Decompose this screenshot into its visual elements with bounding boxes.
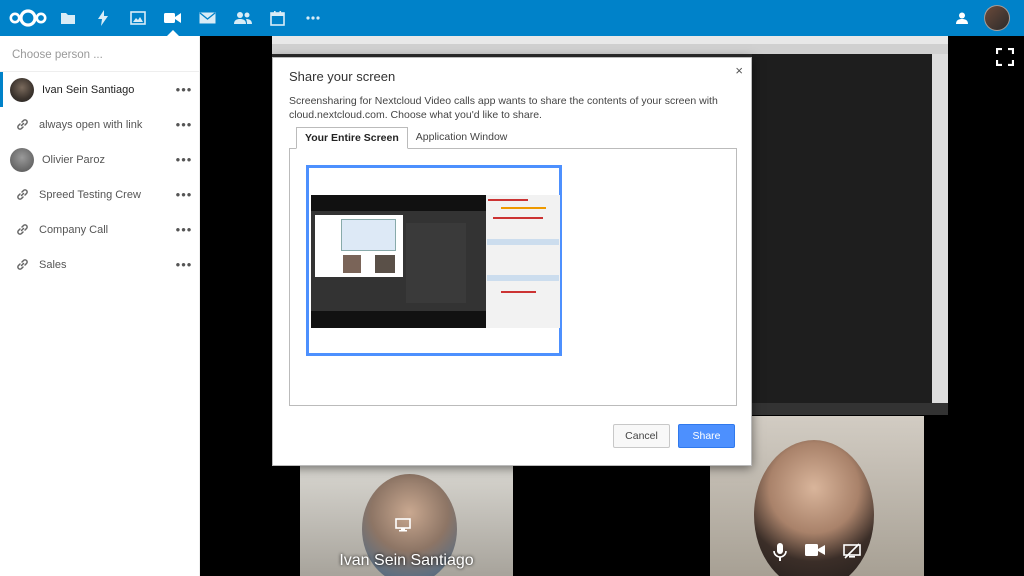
more-icon[interactable]: ••• (169, 257, 199, 272)
share-source-panel (289, 148, 737, 406)
shared-screen-dock (932, 54, 948, 415)
gallery-icon[interactable] (120, 0, 155, 36)
more-apps-icon[interactable] (295, 0, 330, 36)
nextcloud-logo[interactable] (6, 0, 50, 36)
screen-preview (311, 195, 560, 328)
cancel-button[interactable]: Cancel (613, 424, 670, 448)
mail-icon[interactable] (190, 0, 225, 36)
call-controls (710, 543, 924, 566)
tab-application-window[interactable]: Application Window (408, 127, 516, 149)
avatar (10, 77, 34, 102)
screen-thumbnail[interactable] (306, 165, 562, 356)
sidebar-item-sales[interactable]: Sales ••• (0, 247, 199, 282)
camera-icon[interactable] (805, 543, 825, 566)
sidebar-item-olivier[interactable]: Olivier Paroz ••• (0, 142, 199, 177)
link-icon (10, 113, 34, 137)
activity-icon[interactable] (85, 0, 120, 36)
sidebar-item-label: always open with link (39, 118, 143, 131)
search-input[interactable]: Choose person ... (0, 36, 199, 72)
share-screen-dialog: Share your screen × Screensharing for Ne… (272, 57, 752, 466)
sidebar-item-label: Ivan Sein Santiago (42, 83, 135, 96)
more-icon[interactable]: ••• (169, 222, 199, 237)
more-icon[interactable]: ••• (169, 152, 199, 167)
sidebar-item-label: Olivier Paroz (42, 153, 105, 166)
fullscreen-icon[interactable] (995, 47, 1015, 71)
shared-screen-editor (752, 54, 932, 415)
tab-entire-screen[interactable]: Your Entire Screen (296, 127, 408, 149)
sidebar-item-label: Company Call (39, 223, 109, 236)
dialog-description: Screensharing for Nextcloud Video calls … (289, 95, 718, 121)
calendar-icon[interactable] (260, 0, 295, 36)
top-bar (0, 0, 1024, 36)
files-icon[interactable] (50, 0, 85, 36)
sidebar-item-label: Sales (39, 258, 67, 271)
more-icon[interactable]: ••• (169, 187, 199, 202)
link-icon (10, 253, 34, 277)
link-icon (10, 183, 34, 207)
remote-video-ivan: Ivan Sein Santiago (300, 466, 513, 576)
sidebar-item-ivan[interactable]: Ivan Sein Santiago ••• (0, 72, 199, 107)
shared-screen-tabs (272, 44, 948, 54)
dialog-title: Share your screen (289, 69, 396, 84)
user-avatar[interactable] (984, 5, 1010, 31)
share-source-tabs: Your Entire Screen Application Window (296, 127, 515, 149)
microphone-icon[interactable] (773, 543, 787, 566)
screen-share-icon (395, 518, 411, 537)
avatar (10, 147, 34, 172)
share-button[interactable]: Share (678, 424, 735, 448)
screen-share-off-icon[interactable] (843, 543, 861, 566)
participant-name: Ivan Sein Santiago (339, 552, 474, 569)
more-icon[interactable]: ••• (169, 117, 199, 132)
sidebar-item-spreed[interactable]: Spreed Testing Crew ••• (0, 177, 199, 212)
sidebar-item-always-open[interactable]: always open with link ••• (0, 107, 199, 142)
sidebar: Choose person ... Ivan Sein Santiago •••… (0, 36, 200, 576)
close-icon[interactable]: × (735, 63, 743, 78)
shared-screen-titlebar (272, 36, 948, 44)
contacts-icon[interactable] (225, 0, 260, 36)
more-icon[interactable]: ••• (169, 82, 199, 97)
sidebar-item-label: Spreed Testing Crew (39, 188, 141, 201)
link-icon (10, 218, 34, 242)
sidebar-item-company-call[interactable]: Company Call ••• (0, 212, 199, 247)
video-call-icon[interactable] (155, 0, 190, 36)
contacts-menu-icon[interactable] (952, 8, 972, 28)
